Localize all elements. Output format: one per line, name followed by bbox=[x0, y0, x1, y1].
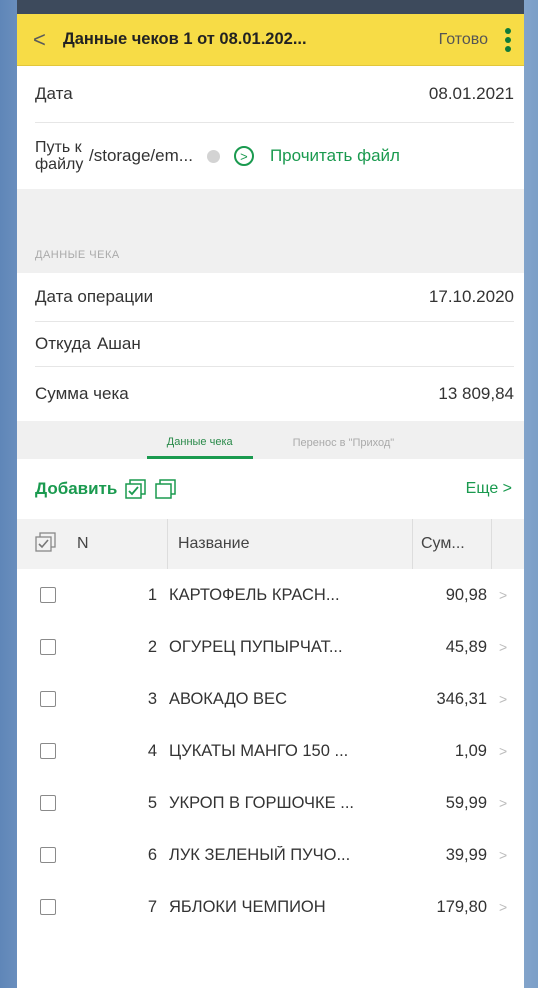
header-checkbox-icon[interactable] bbox=[17, 531, 77, 557]
op-date-label: Дата операции bbox=[35, 287, 154, 306]
table-row[interactable]: 7 ЯБЛОКИ ЧЕМПИОН 179,80 > bbox=[17, 881, 524, 933]
read-file-button[interactable]: Прочитать файл bbox=[270, 146, 400, 166]
row-number: 7 bbox=[147, 897, 157, 916]
row-number: 1 bbox=[147, 585, 157, 604]
row-name: ЦУКАТЫ МАНГО 150 ... bbox=[169, 741, 349, 760]
table-row[interactable]: 3 АВОКАДО ВЕС 346,31 > bbox=[17, 673, 524, 725]
column-name[interactable]: Название bbox=[167, 519, 412, 569]
row-name: АВОКАДО ВЕС bbox=[169, 689, 287, 708]
row-number: 5 bbox=[147, 793, 157, 812]
row-checkbox[interactable] bbox=[40, 899, 56, 915]
uncheck-all-icon[interactable] bbox=[155, 479, 177, 499]
table-row[interactable]: 2 ОГУРЕЦ ПУПЫРЧАТ... 45,89 > bbox=[17, 621, 524, 673]
row-checkbox[interactable] bbox=[40, 743, 56, 759]
tab-transfer[interactable]: Перенос в "Приход" bbox=[293, 437, 395, 459]
row-sum: 39,99 bbox=[445, 845, 487, 864]
section-title: ДАННЫЕ ЧЕКА bbox=[35, 249, 120, 261]
column-n[interactable]: N bbox=[77, 535, 167, 553]
table-header: N Название Сум... bbox=[17, 519, 524, 569]
page-title: Данные чеков 1 от 08.01.202... bbox=[63, 30, 307, 48]
table-body: 1 КАРТОФЕЛЬ КРАСН... 90,98 > 2 ОГУРЕЦ ПУ… bbox=[17, 569, 524, 933]
check-all-icon[interactable] bbox=[125, 479, 147, 499]
clear-icon[interactable] bbox=[206, 149, 220, 163]
add-button[interactable]: Добавить bbox=[35, 479, 117, 499]
date-label: Дата bbox=[35, 84, 73, 103]
chevron-right-icon[interactable]: > bbox=[499, 587, 507, 603]
row-sum: 45,89 bbox=[445, 637, 487, 656]
row-number: 3 bbox=[147, 689, 157, 708]
circle-arrow-icon[interactable]: > bbox=[233, 146, 254, 166]
row-checkbox[interactable] bbox=[40, 795, 56, 811]
from-label: Откуда bbox=[35, 334, 91, 353]
row-name: ЛУК ЗЕЛЕНЫЙ ПУЧО... bbox=[169, 845, 351, 864]
chevron-right-icon[interactable]: > bbox=[499, 743, 507, 759]
chevron-right-icon[interactable]: > bbox=[499, 639, 507, 655]
table-row[interactable]: 4 ЦУКАТЫ МАНГО 150 ... 1,09 > bbox=[17, 725, 524, 777]
row-sum: 59,99 bbox=[445, 793, 487, 812]
row-checkbox[interactable] bbox=[40, 639, 56, 655]
file-path-field: Путь к файлу /storage/em... > Прочитать … bbox=[17, 123, 524, 189]
row-sum: 179,80 bbox=[436, 897, 487, 916]
sum-field[interactable]: Сумма чека 13 809,84 bbox=[17, 367, 524, 421]
path-input[interactable]: /storage/em... bbox=[89, 146, 193, 166]
table-toolbar: Добавить Еще > bbox=[17, 459, 524, 519]
row-number: 4 bbox=[147, 741, 157, 760]
row-sum: 90,98 bbox=[445, 585, 487, 604]
kebab-menu-icon[interactable] bbox=[502, 27, 514, 52]
section-header: ДАННЫЕ ЧЕКА bbox=[17, 237, 524, 273]
row-number: 2 bbox=[147, 637, 157, 656]
tab-receipt-data[interactable]: Данные чека bbox=[146, 436, 253, 459]
chevron-right-icon[interactable]: > bbox=[499, 795, 507, 811]
row-checkbox[interactable] bbox=[40, 587, 56, 603]
sum-value: 13 809,84 bbox=[438, 384, 514, 403]
row-name: КАРТОФЕЛЬ КРАСН... bbox=[169, 585, 340, 604]
phone-screen: < Данные чеков 1 от 08.01.202... Готово … bbox=[17, 0, 524, 988]
row-sum: 1,09 bbox=[454, 741, 487, 760]
spacer bbox=[17, 189, 524, 237]
row-name: УКРОП В ГОРШОЧКЕ ... bbox=[169, 793, 354, 812]
from-field[interactable]: Откуда Ашан bbox=[17, 322, 524, 366]
chevron-right-icon[interactable]: > bbox=[499, 691, 507, 707]
path-label: Путь к файлу bbox=[35, 139, 84, 173]
app-header: < Данные чеков 1 от 08.01.202... Готово bbox=[17, 14, 524, 66]
row-name: ЯБЛОКИ ЧЕМПИОН bbox=[169, 897, 326, 916]
chevron-right-icon[interactable]: > bbox=[499, 899, 507, 915]
row-number: 6 bbox=[147, 845, 157, 864]
row-checkbox[interactable] bbox=[40, 847, 56, 863]
column-sum[interactable]: Сум... bbox=[412, 519, 492, 569]
date-value: 08.01.2021 bbox=[428, 84, 514, 103]
sum-label: Сумма чека bbox=[35, 384, 129, 403]
from-value: Ашан bbox=[96, 334, 141, 353]
done-button[interactable]: Готово bbox=[439, 31, 488, 49]
row-checkbox[interactable] bbox=[40, 691, 56, 707]
date-field[interactable]: Дата 08.01.2021 bbox=[17, 66, 524, 122]
chevron-right-icon[interactable]: > bbox=[499, 847, 507, 863]
op-date-value: 17.10.2020 bbox=[428, 287, 514, 306]
table-row[interactable]: 5 УКРОП В ГОРШОЧКЕ ... 59,99 > bbox=[17, 777, 524, 829]
chevron-left-icon[interactable]: < bbox=[33, 27, 63, 53]
row-sum: 346,31 bbox=[436, 689, 487, 708]
status-bar bbox=[17, 0, 524, 14]
table-row[interactable]: 1 КАРТОФЕЛЬ КРАСН... 90,98 > bbox=[17, 569, 524, 621]
tab-bar: Данные чека Перенос в "Приход" bbox=[17, 421, 524, 459]
table-row[interactable]: 6 ЛУК ЗЕЛЕНЫЙ ПУЧО... 39,99 > bbox=[17, 829, 524, 881]
more-button[interactable]: Еще > bbox=[466, 480, 512, 498]
op-date-field[interactable]: Дата операции 17.10.2020 bbox=[17, 273, 524, 321]
row-name: ОГУРЕЦ ПУПЫРЧАТ... bbox=[169, 637, 343, 656]
